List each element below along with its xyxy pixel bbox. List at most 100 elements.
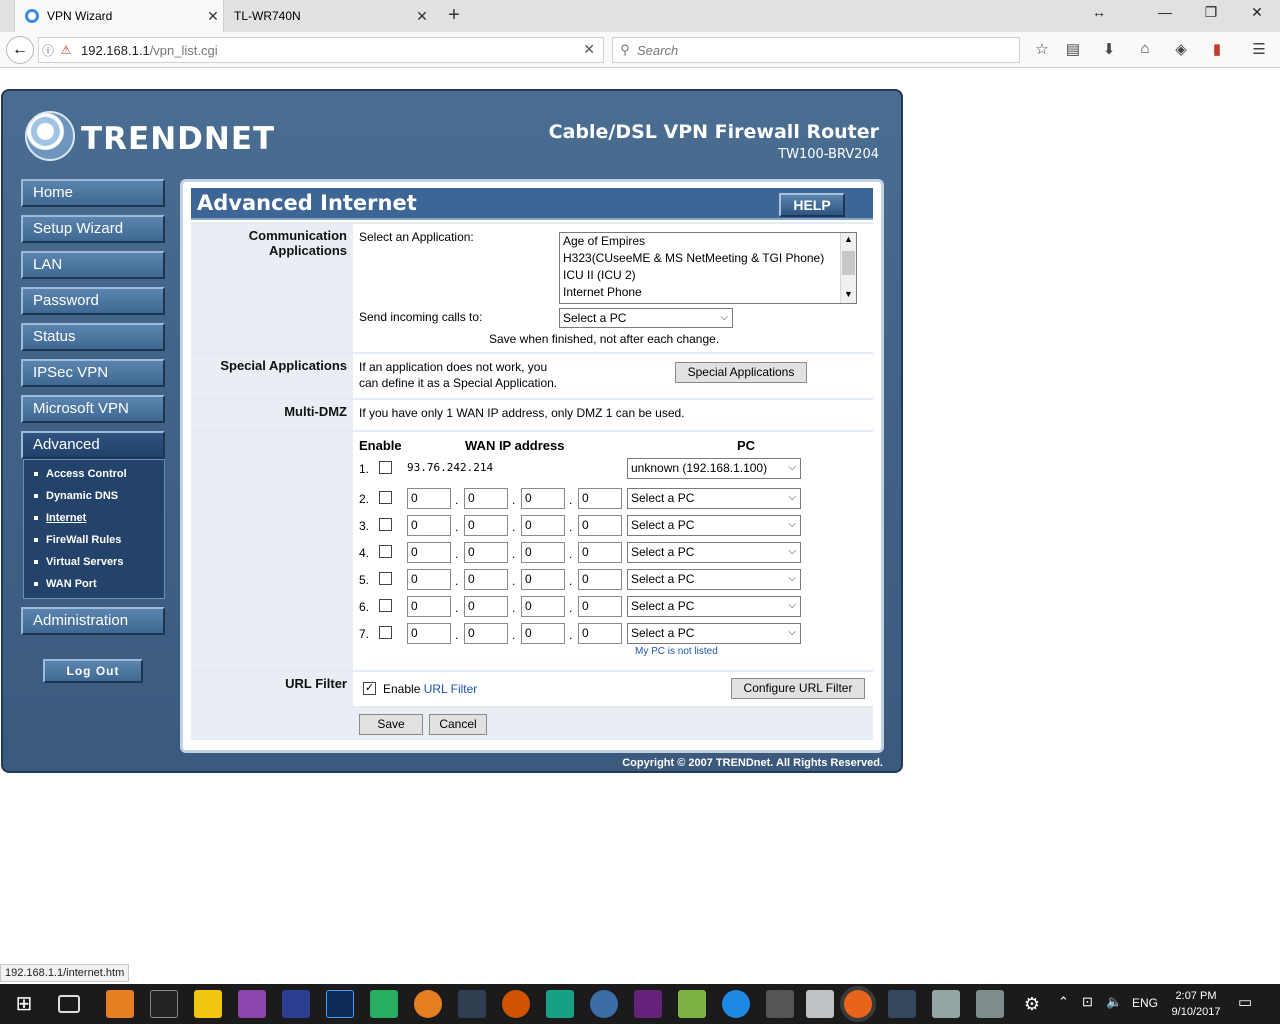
nav-administration[interactable]: Administration: [21, 607, 165, 635]
taskbar-app-icon[interactable]: [106, 990, 134, 1018]
ip-octet-input[interactable]: 0: [464, 596, 508, 617]
list-item[interactable]: H323(CUseeME & MS NetMeeting & TGI Phone…: [560, 250, 856, 267]
url-filter-checkbox[interactable]: ✓: [363, 682, 376, 695]
nav-microsoft-vpn[interactable]: Microsoft VPN: [21, 395, 165, 423]
ip-octet-input[interactable]: 0: [521, 515, 565, 536]
scroll-down-icon[interactable]: ▼: [844, 289, 853, 299]
nav-password[interactable]: Password: [21, 287, 165, 315]
submenu-firewall-rules[interactable]: FireWall Rules: [34, 534, 121, 546]
dmz-pc-select[interactable]: Select a PC ⌵: [627, 542, 801, 563]
ip-octet-input[interactable]: 0: [578, 623, 622, 644]
submenu-dynamic-dns[interactable]: Dynamic DNS: [34, 490, 118, 502]
listbox-scrollbar[interactable]: ▲ ▼: [840, 233, 856, 303]
taskbar-app-icon[interactable]: [806, 990, 834, 1018]
firefox-icon[interactable]: [844, 990, 872, 1018]
taskbar-app-icon[interactable]: [678, 990, 706, 1018]
scroll-thumb[interactable]: [842, 251, 855, 275]
close-window-button[interactable]: ✕: [1242, 4, 1272, 26]
taskbar-app-icon[interactable]: [766, 990, 794, 1018]
list-item[interactable]: Internet Phone: [560, 284, 856, 301]
pc-not-listed-link[interactable]: My PC is not listed: [635, 646, 718, 657]
settings-gear-icon[interactable]: ⚙: [1018, 990, 1046, 1018]
nav-home[interactable]: Home: [21, 179, 165, 207]
ip-octet-input[interactable]: 0: [464, 623, 508, 644]
tray-chevron-icon[interactable]: ⌃: [1058, 994, 1069, 1010]
nav-advanced[interactable]: Advanced: [21, 431, 165, 459]
submenu-wan-port[interactable]: WAN Port: [34, 578, 97, 590]
nav-ipsec-vpn[interactable]: IPSec VPN: [21, 359, 165, 387]
ip-octet-input[interactable]: 0: [407, 569, 451, 590]
url-filter-link[interactable]: URL Filter: [424, 682, 478, 696]
dmz-enable-checkbox[interactable]: [379, 461, 392, 474]
scroll-up-icon[interactable]: ▲: [844, 234, 853, 244]
ip-octet-input[interactable]: 0: [578, 488, 622, 509]
help-button[interactable]: HELP: [779, 193, 845, 217]
visual-studio-icon[interactable]: [634, 990, 662, 1018]
ip-octet-input[interactable]: 0: [521, 488, 565, 509]
logout-button[interactable]: Log Out: [43, 659, 143, 683]
new-tab-button[interactable]: +: [444, 4, 464, 28]
dmz-enable-checkbox[interactable]: [379, 545, 392, 558]
cancel-button[interactable]: Cancel: [429, 714, 487, 735]
dmz-enable-checkbox[interactable]: [379, 491, 392, 504]
configure-url-filter-button[interactable]: Configure URL Filter: [731, 678, 865, 699]
special-applications-button[interactable]: Special Applications: [675, 362, 807, 383]
ip-octet-input[interactable]: 0: [578, 542, 622, 563]
back-button[interactable]: ←: [6, 36, 34, 64]
taskbar-app-icon[interactable]: [458, 990, 486, 1018]
ip-octet-input[interactable]: 0: [407, 515, 451, 536]
taskbar-app-icon[interactable]: [722, 990, 750, 1018]
ip-octet-input[interactable]: 0: [407, 623, 451, 644]
save-button[interactable]: Save: [359, 714, 423, 735]
pocket-icon[interactable]: ◈: [1170, 40, 1192, 62]
list-item[interactable]: ICU II (ICU 2): [560, 267, 856, 284]
ip-octet-input[interactable]: 0: [464, 569, 508, 590]
bookmark-star-icon[interactable]: ☆: [1031, 40, 1053, 62]
taskbar-app-icon[interactable]: [238, 990, 266, 1018]
reading-list-icon[interactable]: ▤: [1062, 40, 1084, 62]
taskbar-app-icon[interactable]: [932, 990, 960, 1018]
ip-octet-input[interactable]: 0: [407, 542, 451, 563]
network-icon[interactable]: ⊡: [1082, 994, 1093, 1010]
dmz-enable-checkbox[interactable]: [379, 599, 392, 612]
dmz-pc-select[interactable]: Select a PC ⌵: [627, 569, 801, 590]
minimize-button[interactable]: —: [1150, 4, 1180, 26]
ip-octet-input[interactable]: 0: [578, 569, 622, 590]
nav-status[interactable]: Status: [21, 323, 165, 351]
close-tab-icon[interactable]: ✕: [412, 8, 432, 25]
dmz-pc-select[interactable]: Select a PC ⌵: [627, 515, 801, 536]
close-tab-icon[interactable]: ✕: [203, 8, 223, 25]
photoshop-icon[interactable]: [326, 990, 354, 1018]
dmz-enable-checkbox[interactable]: [379, 572, 392, 585]
extension-icon[interactable]: ▮: [1206, 40, 1228, 62]
incoming-pc-select[interactable]: Select a PC ⌵: [559, 308, 733, 328]
info-icon[interactable]: ⓘ: [39, 42, 57, 59]
dmz-pc-select[interactable]: Select a PC ⌵: [627, 623, 801, 644]
task-view-icon[interactable]: [58, 995, 80, 1013]
taskbar-app-icon[interactable]: [502, 990, 530, 1018]
restore-button[interactable]: ❐: [1196, 4, 1226, 26]
taskbar-app-icon[interactable]: [370, 990, 398, 1018]
ip-octet-input[interactable]: 0: [578, 515, 622, 536]
list-item[interactable]: Age of Empires: [560, 233, 856, 250]
ip-octet-input[interactable]: 0: [521, 623, 565, 644]
dmz-enable-checkbox[interactable]: [379, 518, 392, 531]
windows-start-icon[interactable]: ⊞: [10, 990, 38, 1018]
submenu-virtual-servers[interactable]: Virtual Servers: [34, 556, 123, 568]
dmz-enable-checkbox[interactable]: [379, 626, 392, 639]
dmz-pc-select[interactable]: Select a PC ⌵: [627, 488, 801, 509]
language-indicator[interactable]: ENG: [1132, 996, 1158, 1010]
download-icon[interactable]: ⬇: [1098, 40, 1120, 62]
action-center-icon[interactable]: ▭: [1238, 993, 1252, 1011]
menu-icon[interactable]: ☰: [1248, 40, 1270, 62]
ip-octet-input[interactable]: 0: [578, 596, 622, 617]
clear-url-icon[interactable]: ✕: [583, 41, 595, 58]
volume-icon[interactable]: 🔈: [1106, 994, 1122, 1010]
taskbar-app-icon[interactable]: [546, 990, 574, 1018]
ip-octet-input[interactable]: 0: [464, 542, 508, 563]
search-bar[interactable]: ⚲ Search: [612, 37, 1020, 63]
ip-octet-input[interactable]: 0: [521, 569, 565, 590]
tab-vpn-wizard[interactable]: VPN Wizard ✕: [14, 0, 224, 32]
taskbar-app-icon[interactable]: [590, 990, 618, 1018]
home-icon[interactable]: ⌂: [1134, 40, 1156, 62]
